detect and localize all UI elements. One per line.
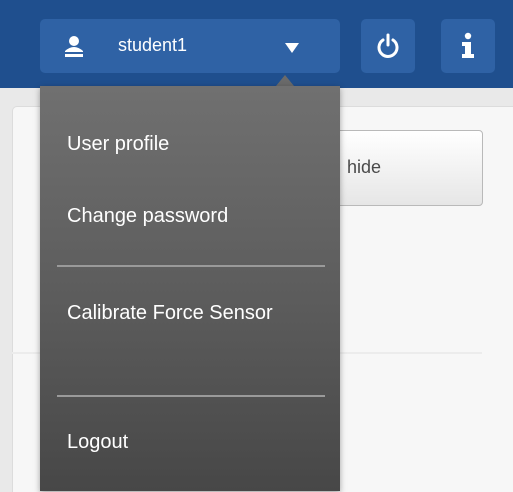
username-label: student1	[118, 35, 188, 55]
power-button[interactable]	[361, 19, 415, 73]
user-menu-button[interactable]: student1	[40, 19, 340, 73]
top-navigation-bar: student1	[0, 0, 513, 88]
menu-item-change-password[interactable]: Change password	[67, 203, 228, 229]
user-dropdown-menu: User profile Change password Calibrate F…	[40, 86, 340, 491]
menu-item-user-profile[interactable]: User profile	[67, 131, 169, 157]
menu-divider	[57, 265, 325, 267]
menu-item-logout[interactable]: Logout	[67, 429, 128, 455]
dropdown-pointer	[276, 75, 294, 86]
user-icon	[64, 35, 84, 57]
hide-button-label: hide	[347, 157, 382, 177]
info-button[interactable]	[441, 19, 495, 73]
caret-down-icon	[284, 41, 300, 53]
menu-item-calibrate-force-sensor[interactable]: Calibrate Force Sensor	[67, 300, 277, 326]
menu-divider	[57, 395, 325, 397]
